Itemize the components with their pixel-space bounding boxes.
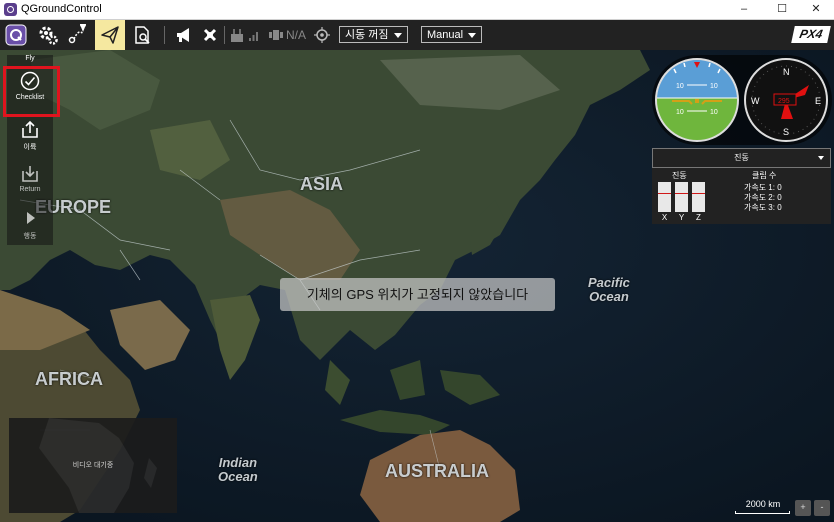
window-title: QGroundControl xyxy=(21,3,102,15)
rc-transmitter-icon xyxy=(231,29,243,42)
megaphone-icon xyxy=(177,28,189,42)
compass-west: W xyxy=(751,96,760,106)
analyze-button[interactable] xyxy=(128,20,156,50)
qgc-app-icon xyxy=(4,3,17,16)
gps-indicator[interactable] xyxy=(266,20,286,50)
arm-status-label: 시동 꺼짐 xyxy=(345,29,389,41)
vehicle-status-button[interactable] xyxy=(196,20,224,50)
gears-icon xyxy=(39,26,58,45)
takeoff-button[interactable]: 이륙 xyxy=(7,119,53,152)
signal-bars xyxy=(247,20,261,50)
drone-icon xyxy=(203,28,217,42)
signal-strength-icon xyxy=(249,32,258,41)
qgc-logo-icon xyxy=(5,24,27,46)
map-scale-label: 2000 km xyxy=(745,499,781,509)
minimize-button[interactable]: – xyxy=(726,0,762,20)
chevron-down-icon xyxy=(818,156,824,160)
tool-strip-header: Fly xyxy=(25,55,35,62)
vibration-title: 진동 xyxy=(672,171,687,180)
clip-row-3: 가속도 3: 0 xyxy=(744,203,782,212)
chevron-down-icon xyxy=(393,32,402,38)
map-label-pacific-ocean: Pacific Ocean xyxy=(588,275,630,304)
title-bar: QGroundControl – ☐ ✕ xyxy=(0,0,834,20)
vibration-bar-z xyxy=(692,182,705,212)
rtk-gps-button[interactable] xyxy=(311,20,333,50)
axis-label-z: Z xyxy=(696,213,701,222)
map-scale: 2000 km xyxy=(735,499,791,514)
settings-gear-button[interactable] xyxy=(34,20,62,50)
arm-status-dropdown[interactable]: 시동 꺼짐 xyxy=(339,26,408,43)
pitch-mark-upper-left: 10 xyxy=(676,83,684,90)
compass-indicator: N E S W 295 xyxy=(744,58,828,142)
heading-readout: 295 xyxy=(778,98,790,105)
return-button[interactable]: Return xyxy=(7,163,53,193)
axis-label-y: Y xyxy=(678,213,685,222)
flight-mode-dropdown[interactable]: Manual xyxy=(421,26,483,43)
action-button[interactable]: 행동 xyxy=(7,208,53,241)
gps-warning-message: 기체의 GPS 위치가 고정되지 않았습니다 xyxy=(280,278,555,311)
takeoff-label: 이륙 xyxy=(23,144,37,151)
checklist-highlight-frame xyxy=(3,66,60,117)
paper-plane-icon xyxy=(101,26,119,44)
pitch-mark-lower-left: 10 xyxy=(676,109,684,116)
satellite-icon xyxy=(269,30,283,40)
pitch-mark-upper-right: 10 xyxy=(710,83,718,90)
clipping-title: 클립 수 xyxy=(752,171,777,180)
compass-north: N xyxy=(783,67,790,77)
video-preview[interactable]: 비디오 대기중 xyxy=(9,418,177,513)
compass-east: E xyxy=(815,96,821,106)
px4-brand-logo: PX4 xyxy=(791,26,831,43)
crosshair-icon xyxy=(314,27,330,43)
attitude-indicator: 10 10 10 10 xyxy=(655,58,739,142)
zoom-out-button[interactable]: - xyxy=(814,500,830,516)
rc-rssi-indicator[interactable] xyxy=(227,20,247,50)
takeoff-icon xyxy=(22,120,38,138)
compass-south: S xyxy=(783,127,789,137)
zoom-in-button[interactable]: + xyxy=(795,500,811,516)
video-waiting-text: 비디오 대기중 xyxy=(72,462,114,469)
map-label-australia: AUSTRALIA xyxy=(385,461,489,481)
fly-view-button[interactable] xyxy=(95,20,125,50)
route-icon xyxy=(68,24,86,44)
map-label-africa: AFRICA xyxy=(35,369,103,389)
axis-label-x: X xyxy=(661,213,668,222)
main-toolbar: N/A 시동 꺼짐 Manual PX4 xyxy=(0,20,834,50)
vibration-panel: 진동 진동 X Y Z 클립 수 가속도 1: 0 가속도 2: 0 가속도 3… xyxy=(652,148,831,224)
plan-view-button[interactable] xyxy=(64,20,92,50)
vibration-bar-y xyxy=(675,182,688,212)
messages-button[interactable] xyxy=(170,20,198,50)
play-icon xyxy=(27,212,35,224)
gps-count-text: N/A xyxy=(286,28,307,42)
pitch-mark-lower-right: 10 xyxy=(710,109,718,116)
analyze-doc-icon xyxy=(135,26,150,44)
telemetry-dropdown-label: 진동 xyxy=(734,153,749,162)
action-label: 행동 xyxy=(23,233,37,240)
qgc-menu-button[interactable] xyxy=(2,20,30,50)
chevron-down-icon xyxy=(468,32,477,38)
return-icon xyxy=(22,166,38,182)
flight-mode-label: Manual xyxy=(427,29,464,41)
maximize-button[interactable]: ☐ xyxy=(764,0,800,20)
close-button[interactable]: ✕ xyxy=(798,0,834,20)
return-label: Return xyxy=(19,186,41,193)
telemetry-dropdown[interactable]: 진동 xyxy=(652,148,831,168)
vibration-bar-x xyxy=(658,182,671,212)
map-label-indian-ocean: Indian Ocean xyxy=(218,455,258,484)
map-label-asia: ASIA xyxy=(300,174,344,194)
